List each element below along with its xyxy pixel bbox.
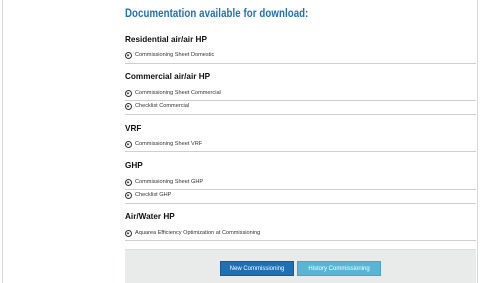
commissioning-page: Documentation available for download: Re… bbox=[0, 0, 481, 283]
left-border bbox=[2, 0, 3, 283]
doc-link-label: Checklist Commercial bbox=[135, 103, 190, 109]
doc-link-label: Commissioning Sheet Commercial bbox=[135, 90, 221, 96]
section-divider bbox=[125, 114, 476, 115]
documentation-title: Documentation available for download: bbox=[125, 8, 309, 20]
doc-link-commissioning-sheet-ghp[interactable]: Commissioning Sheet GHP bbox=[125, 177, 203, 187]
doc-link-checklist-commercial[interactable]: Checklist Commercial bbox=[125, 101, 189, 111]
download-icon bbox=[125, 102, 132, 110]
section-divider bbox=[125, 240, 476, 241]
download-icon bbox=[125, 229, 132, 237]
doc-link-commissioning-sheet-domestic[interactable]: Commissioning Sheet Domestic bbox=[125, 50, 214, 60]
commissioning-action-bar: New Commissioning History Commissioning bbox=[125, 249, 476, 283]
doc-link-label: Commissioning Sheet GHP bbox=[135, 179, 204, 185]
doc-link-commissioning-sheet-vrf[interactable]: Commissioning Sheet VRF bbox=[125, 139, 202, 149]
section-divider bbox=[125, 151, 476, 152]
doc-link-label: Aquarea Efficiency Optimization at Commi… bbox=[135, 230, 261, 236]
doc-link-commissioning-sheet-commercial[interactable]: Commissioning Sheet Commercial bbox=[125, 88, 221, 98]
right-border bbox=[477, 0, 478, 283]
download-icon bbox=[125, 191, 132, 199]
section-heading: GHP bbox=[125, 161, 143, 170]
section-heading: Commercial air/air HP bbox=[125, 72, 211, 81]
download-icon bbox=[125, 178, 132, 186]
section-heading: VRF bbox=[125, 124, 142, 133]
doc-link-checklist-ghp[interactable]: Checklist GHP bbox=[125, 190, 171, 200]
history-commissioning-button[interactable]: History Commissioning bbox=[297, 261, 381, 276]
download-icon bbox=[125, 51, 132, 59]
section-heading: Residential air/air HP bbox=[125, 35, 207, 44]
doc-link-label: Commissioning Sheet Domestic bbox=[135, 52, 215, 58]
doc-link-aquarea-efficiency[interactable]: Aquarea Efficiency Optimization at Commi… bbox=[125, 228, 260, 238]
section-divider bbox=[125, 63, 476, 64]
download-icon bbox=[125, 89, 132, 97]
section-divider bbox=[125, 203, 476, 204]
doc-link-label: Commissioning Sheet VRF bbox=[135, 141, 203, 147]
link-divider bbox=[125, 189, 476, 190]
new-commissioning-button[interactable]: New Commissioning bbox=[220, 261, 294, 276]
doc-link-label: Checklist GHP bbox=[135, 192, 172, 198]
download-icon bbox=[125, 140, 132, 148]
section-heading: Air/Water HP bbox=[125, 212, 175, 221]
